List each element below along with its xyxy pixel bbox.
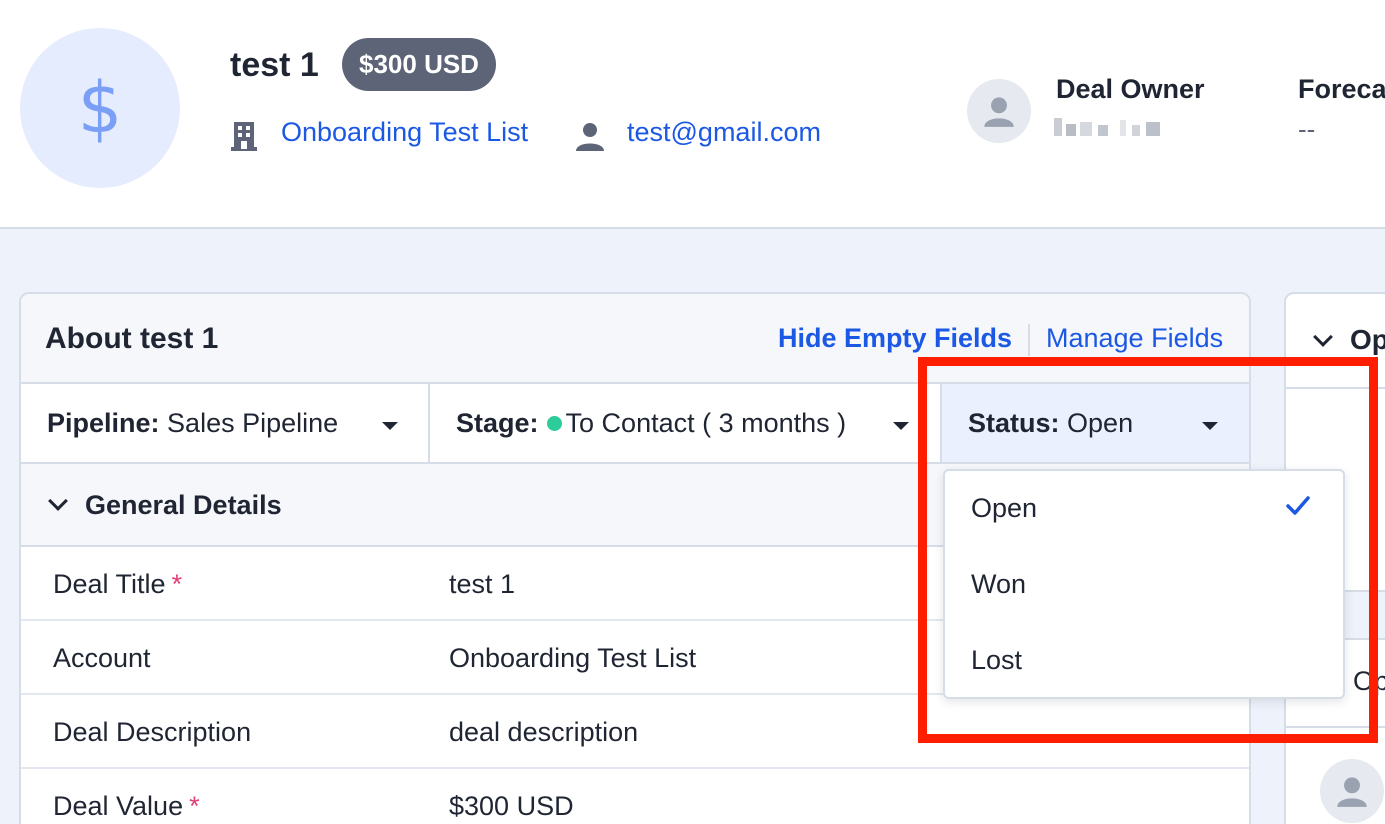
- field-value[interactable]: Onboarding Test List: [449, 643, 696, 674]
- field-row: Deal Value * $300 USD: [21, 769, 1249, 824]
- status-option-won[interactable]: Won: [945, 547, 1343, 623]
- deal-header: $ test 1 $300 USD Onboarding Test List t…: [0, 0, 1385, 229]
- caret-down-icon: [1202, 422, 1218, 430]
- field-value[interactable]: $300 USD: [449, 791, 574, 822]
- hide-empty-fields-link[interactable]: Hide Empty Fields: [778, 323, 1012, 354]
- card-title: About test 1: [45, 322, 219, 355]
- required-marker: *: [171, 569, 183, 599]
- person-icon: [576, 123, 604, 151]
- caret-down-icon: [893, 422, 909, 430]
- user-avatar[interactable]: [1320, 759, 1384, 823]
- deal-owner-name-blurred[interactable]: [1054, 116, 1162, 140]
- status-text: Status: Open: [968, 408, 1133, 439]
- manage-fields-link[interactable]: Manage Fields: [1046, 323, 1223, 354]
- owner-avatar[interactable]: [967, 79, 1031, 143]
- building-icon: [231, 122, 257, 151]
- stage-label: Stage:: [456, 408, 539, 438]
- option-label: Won: [971, 569, 1027, 599]
- person-icon: [1337, 777, 1367, 807]
- card-header: About test 1 Hide Empty Fields Manage Fi…: [21, 294, 1249, 384]
- stage-status-dot: [546, 416, 562, 432]
- field-row: Deal Description deal description: [21, 695, 1249, 769]
- status-value: Open: [1067, 408, 1134, 438]
- account-link[interactable]: Onboarding Test List: [281, 117, 528, 148]
- checkmark-icon: [1286, 496, 1310, 515]
- forecast-value: --: [1298, 114, 1316, 144]
- stage-text: Stage: To Contact ( 3 months ): [456, 408, 846, 439]
- stage-value: To Contact ( 3 months ): [565, 408, 847, 438]
- status-label: Status:: [968, 408, 1060, 438]
- required-marker: *: [189, 791, 200, 821]
- divider: [1286, 726, 1385, 728]
- header-divider: [1028, 324, 1030, 356]
- pipeline-value: Sales Pipeline: [167, 408, 339, 438]
- forecast-label: Foreca: [1298, 74, 1385, 104]
- deal-avatar: $: [20, 28, 180, 188]
- field-label: Deal Value *: [53, 791, 200, 821]
- option-label: Open: [971, 493, 1038, 523]
- pipeline-selector[interactable]: Pipeline: Sales Pipeline: [21, 384, 430, 464]
- status-option-open[interactable]: Open: [945, 471, 1343, 547]
- person-icon: [984, 97, 1014, 127]
- right-panel-title: Op: [1350, 324, 1385, 355]
- chevron-down-icon: [48, 491, 68, 511]
- right-panel-item[interactable]: Op: [1353, 666, 1385, 697]
- field-value[interactable]: test 1: [449, 569, 515, 600]
- field-label: Account: [53, 643, 151, 673]
- divider: [1286, 387, 1385, 389]
- status-dropdown-menu: Open Won Lost: [943, 469, 1345, 699]
- pipeline-text: Pipeline: Sales Pipeline: [47, 408, 338, 439]
- field-label: Deal Description: [53, 717, 252, 747]
- chevron-down-icon[interactable]: [1313, 327, 1333, 347]
- contact-email-link[interactable]: test@gmail.com: [627, 117, 821, 148]
- section-title: General Details: [85, 490, 282, 520]
- field-label: Deal Title *: [53, 569, 183, 599]
- option-label: Lost: [971, 645, 1023, 675]
- field-value[interactable]: deal description: [449, 717, 638, 748]
- deal-title: test 1: [230, 46, 319, 84]
- status-option-lost[interactable]: Lost: [945, 623, 1343, 699]
- deal-owner-label: Deal Owner: [1056, 74, 1205, 104]
- deal-value-badge: $300 USD: [342, 38, 496, 91]
- dollar-icon: $: [77, 67, 123, 149]
- pipeline-label: Pipeline:: [47, 408, 160, 438]
- caret-down-icon: [382, 422, 398, 430]
- status-selector[interactable]: Status: Open: [942, 384, 1249, 464]
- stage-selector[interactable]: Stage: To Contact ( 3 months ): [430, 384, 942, 464]
